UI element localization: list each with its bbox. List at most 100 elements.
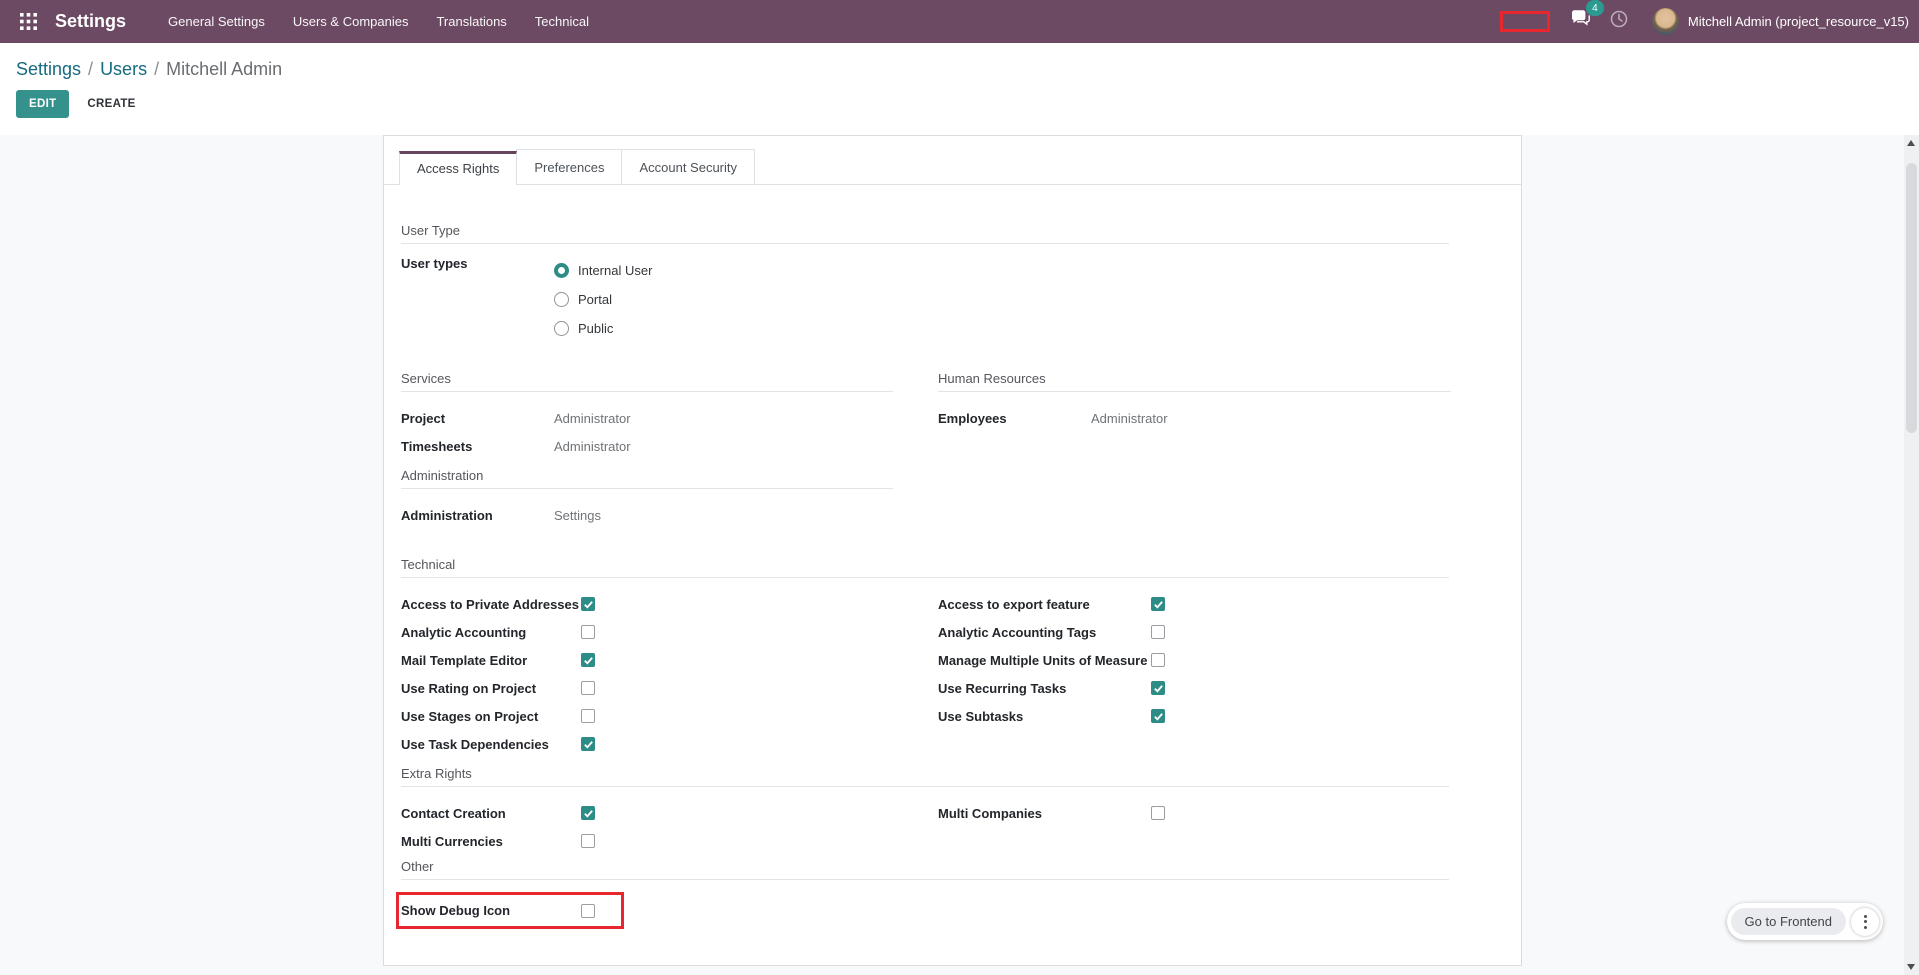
checkbox-manage-multiple-units-of-measure[interactable] [1151,653,1165,667]
messages-button[interactable]: 4 [1560,9,1600,34]
group-title: Extra Rights [401,766,1449,787]
kebab-menu-button[interactable] [1851,908,1879,936]
edit-button[interactable]: EDIT [16,90,69,118]
field-use-recurring-tasks: Use Recurring Tasks [938,674,1451,702]
field-project: Project Administrator [401,404,893,432]
form-sheet: Access Rights Preferences Account Securi… [383,135,1522,966]
control-panel: Settings/Users/Mitchell Admin EDIT CREAT… [0,43,1919,135]
group-technical: Technical Access to Private Addresses An… [401,557,1449,758]
annotation-box-debug-icon-location [1500,11,1550,32]
checkbox-mail-template-editor[interactable] [581,653,595,667]
breadcrumb-settings[interactable]: Settings [16,59,81,79]
scrollbar-down-arrow-icon[interactable] [1907,964,1915,970]
field-value: Administrator [554,411,631,426]
field-timesheets: Timesheets Administrator [401,432,893,460]
field-label: Multi Currencies [401,834,581,849]
tab-label: Account Security [639,160,737,175]
breadcrumb-current-record: Mitchell Admin [166,59,282,79]
group-title: Technical [401,557,1449,578]
field-use-rating-on-project: Use Rating on Project [401,674,893,702]
radio-public[interactable] [554,321,569,336]
field-access-to-private-addresses: Access to Private Addresses [401,590,893,618]
radio-label: Public [578,321,613,336]
activities-button[interactable] [1600,9,1638,34]
field-label: Use Subtasks [938,709,1151,724]
breadcrumb-users[interactable]: Users [100,59,147,79]
checkbox-access-to-private-addresses[interactable] [581,597,595,611]
checkbox-use-recurring-tasks[interactable] [1151,681,1165,695]
group-extra-rights: Extra Rights Contact Creation Multi Curr… [401,766,1449,855]
main-menu: General Settings Users & Companies Trans… [154,0,603,43]
field-manage-multiple-units-of-measure: Manage Multiple Units of Measure [938,646,1451,674]
field-use-task-dependencies: Use Task Dependencies [401,730,893,758]
group-title: Human Resources [938,371,1451,392]
checkbox-multi-companies[interactable] [1151,806,1165,820]
field-use-subtasks: Use Subtasks [938,702,1451,730]
tab-label: Preferences [534,160,604,175]
clock-icon [1609,9,1629,34]
field-label: Timesheets [401,439,554,454]
field-label: Use Recurring Tasks [938,681,1151,696]
nav-item-general-settings[interactable]: General Settings [154,0,279,43]
tab-preferences[interactable]: Preferences [516,149,622,184]
group-human-resources: Human Resources Employees Administrator [938,371,1451,460]
field-label: Mail Template Editor [401,653,581,668]
field-label: Manage Multiple Units of Measure [938,653,1151,668]
breadcrumb-separator: / [154,59,159,79]
field-value: Settings [554,508,601,523]
radio-internal-user[interactable] [554,263,569,278]
apps-grid-icon[interactable] [14,13,43,30]
field-label: Project [401,411,554,426]
field-label: Access to Private Addresses [401,597,581,612]
checkbox-multi-currencies[interactable] [581,834,595,848]
field-value: Administrator [554,439,631,454]
field-analytic-accounting: Analytic Accounting [401,618,893,646]
top-navbar: Settings General Settings Users & Compan… [0,0,1919,43]
field-use-stages-on-project: Use Stages on Project [401,702,893,730]
field-label: Contact Creation [401,806,581,821]
user-avatar [1652,8,1679,35]
group-title: Administration [401,468,893,489]
nav-item-users-companies[interactable]: Users & Companies [279,0,423,43]
checkbox-analytic-accounting[interactable] [581,625,595,639]
vertical-scrollbar[interactable] [1904,135,1919,975]
radio-row-portal: Portal [554,285,652,314]
app-name[interactable]: Settings [55,11,126,32]
checkbox-use-subtasks[interactable] [1151,709,1165,723]
nav-item-technical[interactable]: Technical [521,0,603,43]
checkbox-show-debug-icon[interactable] [581,904,595,918]
scrollbar-thumb[interactable] [1906,163,1917,433]
checkbox-access-to-export-feature[interactable] [1151,597,1165,611]
create-button[interactable]: CREATE [87,98,135,110]
field-contact-creation: Contact Creation [401,799,893,827]
scrollbar-up-arrow-icon[interactable] [1907,140,1915,146]
checkbox-use-stages-on-project[interactable] [581,709,595,723]
radio-row-public: Public [554,314,652,343]
tab-access-rights[interactable]: Access Rights [399,151,517,185]
field-label: Use Rating on Project [401,681,581,696]
field-mail-template-editor: Mail Template Editor [401,646,893,674]
field-employees: Employees Administrator [938,404,1451,432]
user-menu[interactable]: Mitchell Admin (project_resource_v15) [1652,8,1909,35]
checkbox-contact-creation[interactable] [581,806,595,820]
content-area: Access Rights Preferences Account Securi… [0,135,1904,975]
field-label: Multi Companies [938,806,1151,821]
group-user-type: User Type User types Internal User Porta… [401,223,1449,343]
nav-item-translations[interactable]: Translations [422,0,520,43]
field-label: Analytic Accounting [401,625,581,640]
checkbox-use-rating-on-project[interactable] [581,681,595,695]
radio-label: Internal User [578,263,652,278]
annotation-box-show-debug-icon: Show Debug Icon [396,892,624,929]
radio-row-internal-user: Internal User [554,256,652,285]
field-label-user-types: User types [401,256,554,343]
group-title: User Type [401,223,1449,244]
field-label: Administration [401,508,554,523]
field-analytic-accounting-tags: Analytic Accounting Tags [938,618,1451,646]
field-label: Analytic Accounting Tags [938,625,1151,640]
go-to-frontend-button[interactable]: Go to Frontend [1731,908,1846,935]
checkbox-use-task-dependencies[interactable] [581,737,595,751]
checkbox-analytic-accounting-tags[interactable] [1151,625,1165,639]
radio-portal[interactable] [554,292,569,307]
notebook-tabs: Access Rights Preferences Account Securi… [384,149,1521,185]
tab-account-security[interactable]: Account Security [621,149,755,184]
